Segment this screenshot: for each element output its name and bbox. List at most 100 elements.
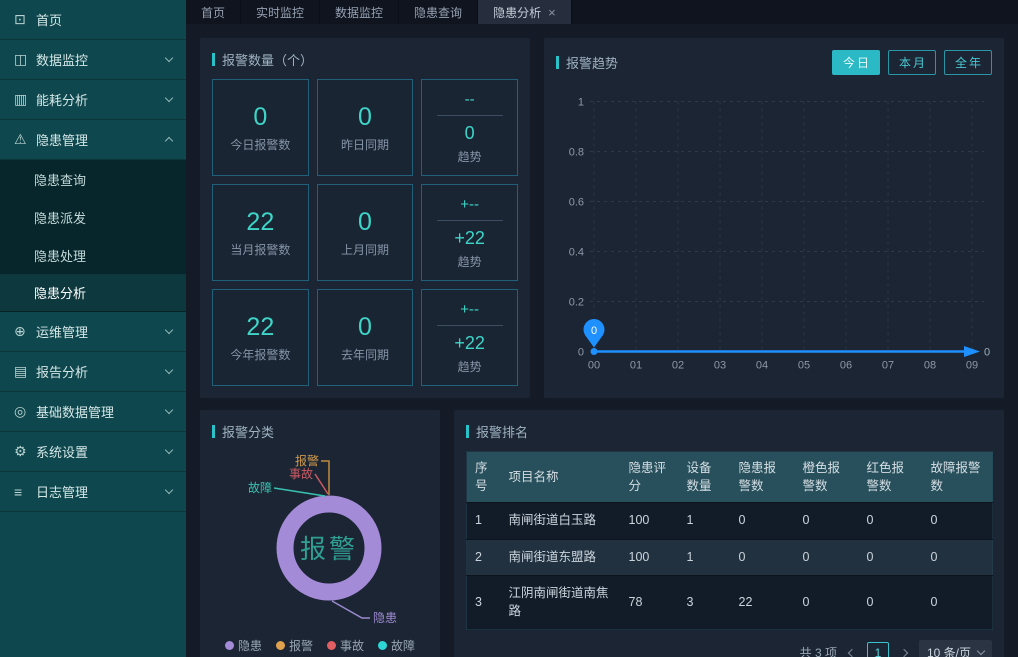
sidebar-item-log-management[interactable]: ≡ 日志管理 — [0, 472, 186, 512]
sidebar-item-hazard-query[interactable]: 隐患查询 — [0, 160, 186, 198]
stat-card-month-trend: +-- +22 趋势 — [421, 184, 518, 281]
svg-text:报警: 报警 — [295, 453, 319, 468]
tab-hazard-query[interactable]: 隐患查询 — [399, 0, 478, 24]
svg-text:04: 04 — [756, 360, 768, 372]
sidebar-item-label: 运维管理 — [36, 322, 166, 341]
panel-title: 报警数量（个） — [212, 50, 518, 69]
svg-text:0.2: 0.2 — [569, 297, 584, 309]
stat-card-last-month: 0 上月同期 — [317, 184, 414, 281]
legend-item-alarm[interactable]: 报警 — [276, 637, 313, 654]
svg-text:隐患: 隐患 — [373, 611, 397, 625]
sidebar-item-hazard-dispatch[interactable]: 隐患派发 — [0, 198, 186, 236]
sidebar-item-label: 系统设置 — [36, 442, 166, 461]
svg-text:00: 00 — [588, 360, 600, 372]
data-point-pin: 0 — [584, 319, 605, 355]
table-row: 2 南闸街道东盟路 100 1 0 0 0 0 — [467, 539, 993, 576]
trend-line-chart: 0 0.2 0.4 0.6 0.8 1 00 01 02 03 04 05 06 — [556, 81, 992, 386]
svg-text:09: 09 — [966, 360, 978, 372]
svg-text:1: 1 — [578, 97, 584, 109]
sidebar-item-home[interactable]: ⊡ 首页 — [0, 0, 186, 40]
chevron-down-icon — [165, 486, 173, 494]
range-today-button[interactable]: 今日 — [832, 50, 880, 75]
page-number-button[interactable]: 1 — [867, 642, 889, 657]
svg-text:0.8: 0.8 — [569, 147, 584, 159]
legend-dot-icon — [225, 641, 234, 650]
alarm-ranking-panel: 报警排名 序号 项目名称 隐患评分 设备数量 — [454, 410, 1004, 657]
next-page-icon[interactable] — [900, 649, 908, 657]
stat-card-today: 0 今日报警数 — [212, 79, 309, 176]
title-accent-bar — [466, 425, 469, 438]
chevron-down-icon — [165, 54, 173, 62]
sidebar-item-energy-analysis[interactable]: ▥ 能耗分析 — [0, 80, 186, 120]
svg-text:03: 03 — [714, 360, 726, 372]
range-year-button[interactable]: 全年 — [944, 50, 992, 75]
range-month-button[interactable]: 本月 — [888, 50, 936, 75]
sidebar-item-system-settings[interactable]: ⚙ 系统设置 — [0, 432, 186, 472]
warning-icon: ⚠ — [14, 131, 36, 148]
legend-dot-icon — [327, 641, 336, 650]
legend-item-accident[interactable]: 事故 — [327, 637, 364, 654]
svg-text:0: 0 — [591, 325, 597, 337]
sidebar-item-label: 日志管理 — [36, 482, 166, 501]
sidebar-item-label: 基础数据管理 — [36, 402, 166, 421]
close-icon[interactable]: × — [548, 6, 556, 19]
divider — [437, 220, 503, 221]
globe-icon: ⊕ — [14, 323, 36, 340]
bar-chart-icon: ▥ — [14, 91, 36, 108]
table-row: 3 江阴南闸街道南焦路 78 3 22 0 0 0 — [467, 576, 993, 630]
svg-text:05: 05 — [798, 360, 810, 372]
prev-page-icon[interactable] — [848, 649, 856, 657]
svg-text:02: 02 — [672, 360, 684, 372]
table-header-row: 序号 项目名称 隐患评分 设备数量 隐患报警数 橙色报警数 红色报警数 故障报警… — [467, 452, 993, 503]
tab-bar: 首页 实时监控 数据监控 隐患查询 隐患分析 × — [186, 0, 1018, 24]
legend-item-hazard[interactable]: 隐患 — [225, 637, 262, 654]
tab-data-monitor[interactable]: 数据监控 — [320, 0, 399, 24]
page-size-select[interactable]: 10 条/页 — [919, 640, 992, 657]
page-content: 报警数量（个） 0 今日报警数 0 昨日同期 -- — [186, 24, 1018, 657]
legend-item-fault[interactable]: 故障 — [378, 637, 415, 654]
title-accent-bar — [556, 56, 559, 69]
main-area: 首页 实时监控 数据监控 隐患查询 隐患分析 × 报警数量（个） — [186, 0, 1018, 657]
svg-text:06: 06 — [840, 360, 852, 372]
alarm-classification-panel: 报警分类 报警 报警 事故 故障 隐患 — [200, 410, 440, 657]
sidebar-item-report-analysis[interactable]: ▤ 报告分析 — [0, 352, 186, 392]
sidebar-item-data-monitor[interactable]: ◫ 数据监控 — [0, 40, 186, 80]
stat-card-yesterday: 0 昨日同期 — [317, 79, 414, 176]
home-icon: ⊡ — [14, 11, 36, 28]
chevron-up-icon — [165, 137, 173, 145]
alarm-count-panel: 报警数量（个） 0 今日报警数 0 昨日同期 -- — [200, 38, 530, 398]
svg-text:01: 01 — [630, 360, 642, 372]
classification-donut-chart: 报警 报警 事故 故障 隐患 — [212, 445, 440, 635]
stat-card-month: 22 当月报警数 — [212, 184, 309, 281]
sidebar-item-hazard-analysis[interactable]: 隐患分析 — [0, 274, 186, 312]
tab-hazard-analysis[interactable]: 隐患分析 × — [478, 0, 572, 24]
donut-legend: 隐患 报警 事故 故障 — [212, 637, 428, 654]
chevron-down-icon — [977, 647, 985, 655]
sidebar-item-label: 首页 — [36, 10, 172, 29]
title-accent-bar — [212, 53, 215, 66]
svg-text:报警: 报警 — [300, 534, 358, 564]
sidebar-item-base-data[interactable]: ◎ 基础数据管理 — [0, 392, 186, 432]
chevron-down-icon — [165, 366, 173, 374]
report-icon: ▤ — [14, 363, 36, 380]
log-icon: ≡ — [14, 484, 36, 500]
sidebar-item-hazard-management[interactable]: ⚠ 隐患管理 — [0, 120, 186, 160]
sidebar-item-label: 能耗分析 — [36, 90, 166, 109]
chevron-down-icon — [165, 326, 173, 334]
svg-text:07: 07 — [882, 360, 894, 372]
svg-text:事故: 事故 — [289, 466, 313, 481]
pagination-total: 共 3 项 — [800, 644, 837, 657]
stat-card-year-trend: +-- +22 趋势 — [421, 289, 518, 386]
divider — [437, 115, 503, 116]
tab-home[interactable]: 首页 — [186, 0, 241, 24]
legend-dot-icon — [276, 641, 285, 650]
svg-text:故障: 故障 — [248, 480, 272, 495]
stat-card-last-year: 0 去年同期 — [317, 289, 414, 386]
chevron-down-icon — [165, 446, 173, 454]
ranking-table: 序号 项目名称 隐患评分 设备数量 隐患报警数 橙色报警数 红色报警数 故障报警… — [466, 451, 993, 630]
title-accent-bar — [212, 425, 215, 438]
tab-realtime-monitor[interactable]: 实时监控 — [241, 0, 320, 24]
svg-text:0.4: 0.4 — [569, 247, 584, 259]
sidebar-item-hazard-handle[interactable]: 隐患处理 — [0, 236, 186, 274]
sidebar-item-ops-management[interactable]: ⊕ 运维管理 — [0, 312, 186, 352]
